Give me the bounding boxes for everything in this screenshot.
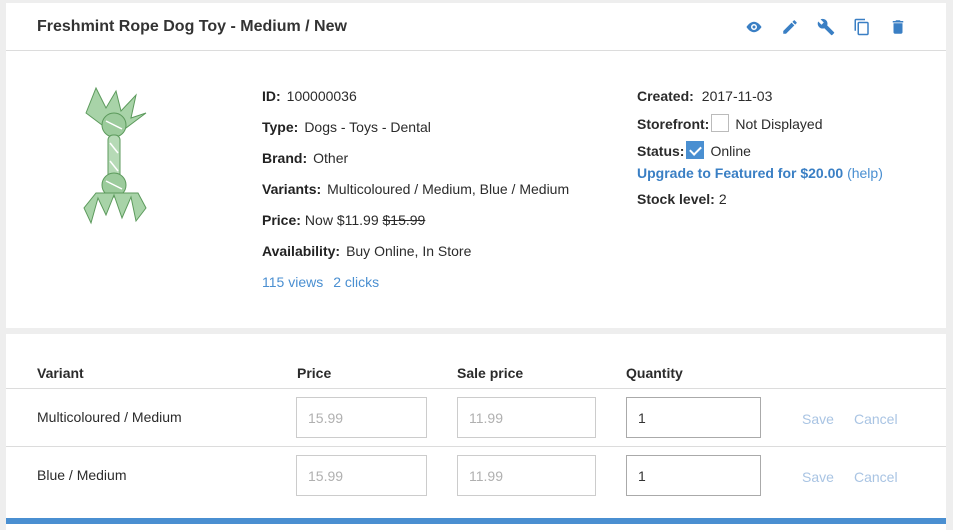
variant-name: Blue / Medium — [37, 467, 127, 483]
clicks-link[interactable]: 2 clicks — [333, 274, 379, 290]
product-info: ID: 100000036 Type: Dogs - Toys - Dental B… — [262, 86, 569, 303]
variants-table: Variant Price Sale price Quantity Multic… — [6, 334, 946, 530]
help-link[interactable]: (help) — [847, 165, 883, 181]
pencil-icon[interactable] — [781, 18, 801, 36]
col-price: Price — [297, 365, 332, 381]
cancel-button[interactable]: Cancel — [854, 469, 898, 485]
eye-icon[interactable] — [745, 18, 765, 36]
table-row: Blue / Medium Save Cancel — [6, 447, 946, 505]
table-header: Variant Price Sale price Quantity — [6, 334, 946, 389]
bottom-accent-bar — [6, 518, 946, 524]
views-link[interactable]: 115 views — [262, 274, 323, 290]
status-label: Online — [710, 143, 751, 159]
stats-links: 115 views 2 clicks — [262, 272, 569, 303]
save-button[interactable]: Save — [802, 469, 834, 485]
product-availability: Buy Online, In Store — [346, 243, 472, 259]
variants-row: Variants: Multicoloured / Medium, Blue / … — [262, 181, 570, 197]
status-row: Status: Online — [637, 141, 751, 159]
cancel-button[interactable]: Cancel — [854, 411, 898, 427]
sale-price-input[interactable] — [457, 455, 596, 496]
save-button[interactable]: Save — [802, 411, 834, 427]
product-title: Freshmint Rope Dog Toy - Medium / New — [37, 18, 347, 35]
quantity-input[interactable] — [626, 455, 761, 496]
product-image — [83, 86, 147, 225]
col-sale-price: Sale price — [457, 365, 524, 381]
col-variant: Variant — [37, 365, 84, 381]
wrench-icon[interactable] — [817, 18, 837, 36]
created-date: 2017-11-03 — [701, 88, 773, 104]
product-card: Freshmint Rope Dog Toy - Medium / New ID… — [6, 3, 946, 328]
created-row: Created: 2017-11-03 — [637, 88, 773, 104]
copy-icon[interactable] — [853, 18, 873, 36]
product-type: Dogs - Toys - Dental — [304, 119, 431, 135]
product-meta: Created: 2017-11-03 Storefront: Not Displa… — [637, 86, 883, 213]
price-now: Now $11.99 — [304, 212, 379, 228]
price-was: $15.99 — [382, 212, 426, 228]
col-quantity: Quantity — [626, 365, 683, 381]
brand-row: Brand: Other — [262, 150, 349, 166]
variant-name: Multicoloured / Medium — [37, 409, 182, 425]
status-checkbox[interactable] — [686, 141, 705, 159]
storefront-label: Not Displayed — [735, 116, 823, 132]
product-variants: Multicoloured / Medium, Blue / Medium — [327, 181, 570, 197]
storefront-checkbox[interactable] — [711, 114, 730, 132]
quantity-input[interactable] — [626, 397, 761, 438]
stock-level: 2 — [718, 191, 727, 207]
sale-price-input[interactable] — [457, 397, 596, 438]
action-toolbar — [745, 18, 909, 36]
id-row: ID: 100000036 — [262, 88, 357, 104]
trash-icon[interactable] — [889, 18, 909, 36]
stock-row: Stock level: 2 — [637, 191, 727, 207]
price-input[interactable] — [296, 397, 427, 438]
table-row: Multicoloured / Medium Save Cancel — [6, 389, 946, 447]
availability-row: Availability: Buy Online, In Store — [262, 243, 472, 259]
product-id: 100000036 — [286, 88, 357, 104]
upgrade-link[interactable]: Upgrade to Featured for $20.00 — [637, 165, 843, 181]
product-brand: Other — [313, 150, 349, 166]
price-row: Price: Now $11.99 $15.99 — [262, 212, 426, 228]
storefront-row: Storefront: Not Displayed — [637, 114, 823, 132]
upgrade-row: Upgrade to Featured for $20.00 (help) — [637, 161, 883, 185]
product-header: Freshmint Rope Dog Toy - Medium / New — [6, 3, 946, 51]
type-row: Type: Dogs - Toys - Dental — [262, 119, 431, 135]
price-input[interactable] — [296, 455, 427, 496]
